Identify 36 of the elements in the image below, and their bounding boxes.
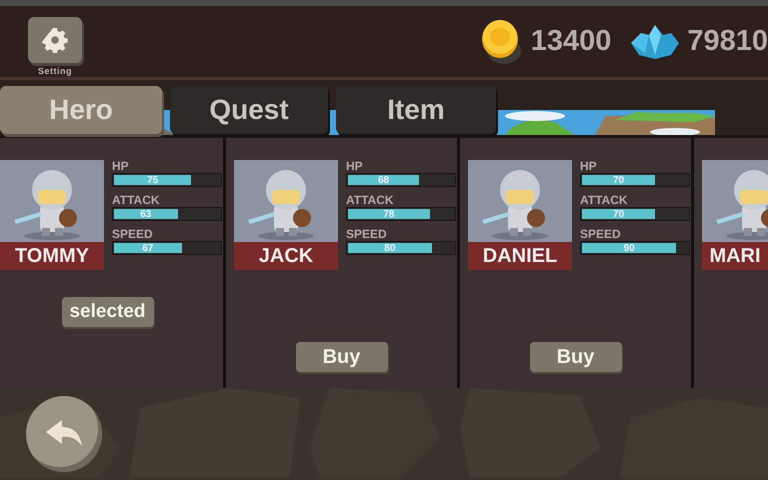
- selected-button[interactable]: selected: [62, 297, 154, 327]
- coin-icon: [480, 18, 523, 64]
- stat-value: 70: [613, 208, 624, 220]
- stat-label: HP: [112, 160, 130, 172]
- tab[interactable]: Quest: [170, 86, 328, 134]
- stat-value: 75: [147, 174, 158, 186]
- stat-label: SPEED: [112, 228, 154, 240]
- hero-name: JACK: [234, 242, 338, 270]
- buy-button[interactable]: Buy: [296, 342, 388, 372]
- stat-value: 63: [140, 208, 152, 220]
- stat-label: SPEED: [580, 228, 622, 240]
- back-arrow-icon: [46, 420, 82, 448]
- settings-label: Setting: [38, 66, 72, 76]
- buy-button[interactable]: Buy: [530, 342, 622, 372]
- gem-amount: 79810: [687, 25, 768, 58]
- stat-label: ATTACK: [346, 194, 395, 206]
- tab[interactable]: Item: [336, 86, 496, 134]
- stat-label: SPEED: [346, 228, 388, 240]
- stat-value: 70: [613, 174, 624, 186]
- stat-value: 68: [378, 174, 390, 186]
- stat-value: 67: [142, 242, 154, 254]
- stat-label: HP: [580, 160, 598, 172]
- stat-label: ATTACK: [112, 194, 161, 206]
- stat-label: ATTACK: [580, 194, 629, 206]
- hero-name: TOMMY: [0, 242, 104, 270]
- settings-icon: [42, 27, 68, 53]
- stat-value: 80: [384, 242, 396, 254]
- stat-value: 78: [383, 208, 394, 220]
- coin-amount: 13400: [530, 25, 612, 58]
- crystal-icon: [631, 24, 680, 58]
- hero-name: DANIEL: [468, 242, 572, 270]
- settings-button[interactable]: [28, 17, 82, 63]
- tab[interactable]: Hero: [0, 86, 162, 134]
- stat-value: 90: [624, 242, 635, 254]
- hero-name: MARI: [702, 242, 768, 270]
- stat-label: HP: [346, 160, 364, 172]
